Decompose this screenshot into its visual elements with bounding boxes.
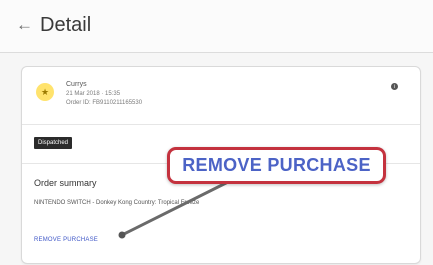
- order-summary-heading: Order summary: [34, 178, 97, 188]
- page-title: Detail: [40, 14, 92, 36]
- back-arrow-icon[interactable]: ←: [16, 15, 33, 35]
- info-icon[interactable]: i: [391, 83, 398, 90]
- divider: [22, 124, 420, 125]
- order-item: NINTENDO SWITCH - Donkey Kong Country: T…: [34, 200, 200, 206]
- remove-purchase-callout: REMOVE PURCHASE: [167, 147, 386, 184]
- order-date: 21 Mar 2018 · 15:35: [66, 91, 121, 97]
- store-logo-icon: ★: [36, 83, 54, 101]
- remove-purchase-link[interactable]: REMOVE PURCHASE: [34, 237, 98, 243]
- callout-label: REMOVE PURCHASE: [182, 155, 371, 175]
- store-name: Currys: [66, 81, 87, 88]
- order-id: Order ID: FB9110211165530: [66, 100, 143, 106]
- detail-page: ← Detail ★ Currys 21 Mar 2018 · 15:35 Or…: [0, 0, 433, 265]
- status-badge: Dispatched: [34, 137, 73, 149]
- page-header: ← Detail: [0, 0, 433, 53]
